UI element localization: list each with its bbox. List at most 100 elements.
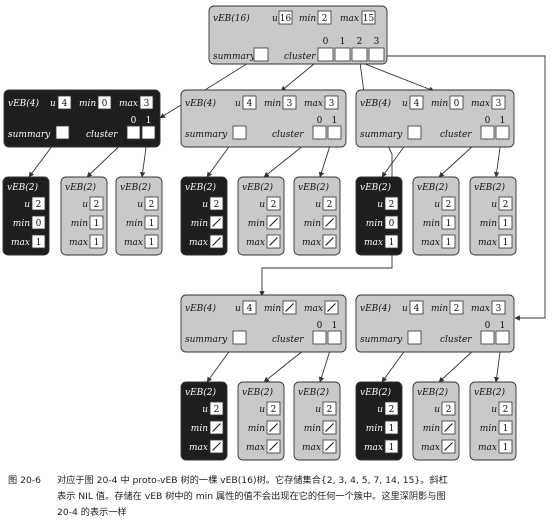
- veb4-u-field-value: 4: [62, 99, 68, 109]
- veb4-max-field-value: 3: [496, 304, 502, 314]
- veb2-max-field: 1: [31, 234, 46, 249]
- veb4-cluster-index-1: 1: [500, 116, 506, 126]
- field-label-max: max: [421, 238, 440, 248]
- field-label-u: u: [235, 99, 241, 109]
- field-label-min: min: [431, 99, 448, 109]
- veb4-max-field: 3: [491, 95, 506, 110]
- field-label-cluster: cluster: [440, 335, 472, 345]
- field-label-min: min: [248, 424, 265, 434]
- node-veb2-4: vEB(2) u 2 min max: [237, 176, 285, 256]
- field-label-min: min: [366, 219, 383, 229]
- veb4-min-field: 3: [282, 95, 297, 110]
- veb2-u-field-value: 2: [94, 200, 100, 210]
- node-veb2-title: vEB(2): [417, 182, 449, 193]
- figure-caption: 图 20-6 对应于图 20-4 中 proto-vEB 树的一棵 vEB(16…: [8, 474, 448, 518]
- field-label-u: u: [202, 405, 208, 415]
- field-label-min: min: [191, 219, 208, 229]
- field-label-min: min: [191, 424, 208, 434]
- node-veb2-5: vEB(2) u 2 min max: [293, 176, 341, 256]
- veb4-cluster-index-0: 0: [485, 116, 491, 126]
- caption-line-2: 表示 NIL 值。存储在 vEB 树中的 min 属性的值不会出现在它的任何一个…: [57, 490, 446, 502]
- root-cluster-index-0: 0: [323, 37, 329, 47]
- root-u-field-value: 16: [280, 14, 292, 24]
- field-label-min: min: [264, 304, 281, 314]
- veb2-max-field-value: 1: [389, 238, 395, 248]
- veb2-min-field-value: 1: [446, 219, 452, 229]
- veb2-min-field-value: 0: [389, 219, 395, 229]
- veb2-u-field-value: 2: [149, 200, 155, 210]
- veb2-max-field: 1: [498, 234, 513, 249]
- node-veb4-title: vEB(4): [185, 303, 217, 314]
- field-label-max: max: [471, 99, 490, 109]
- veb4-cluster-pointer-0: [480, 330, 495, 345]
- veb4-summary-pointer: [232, 330, 247, 345]
- veb2-max-field-value: 1: [389, 443, 395, 453]
- veb2-max-field-value: 1: [94, 238, 100, 248]
- veb2-max-field: 1: [144, 234, 159, 249]
- node-veb2-title: vEB(2): [298, 387, 330, 398]
- field-label-max: max: [11, 238, 30, 248]
- veb4-summary-pointer-box: [232, 330, 247, 345]
- veb2-min-field-value: 1: [149, 219, 155, 229]
- veb2-min-field: [209, 420, 224, 435]
- veb2-u-field: 2: [498, 401, 513, 416]
- field-label-u: u: [259, 405, 265, 415]
- veb4-min-field: [282, 300, 297, 315]
- field-label-min: min: [79, 99, 96, 109]
- veb4-cluster-pointer-1-box: [495, 125, 510, 140]
- field-label-max: max: [124, 238, 143, 248]
- field-label-u: u: [272, 14, 278, 24]
- veb2-u-field-value: 2: [389, 405, 395, 415]
- node-veb2-3: vEB(2) u 2 min max: [180, 176, 228, 256]
- veb2-max-field: [209, 439, 224, 454]
- field-label-max: max: [189, 238, 208, 248]
- field-label-u: u: [82, 200, 88, 210]
- veb2-u-field: 2: [31, 196, 46, 211]
- veb4-cluster-pointer-0-box: [480, 125, 495, 140]
- tree-nodes: vEB(16) u 16 min 2 max 15summary cluster0 1 2 3vEB…: [2, 5, 517, 461]
- veb4-min-field: 0: [97, 95, 112, 110]
- veb4-cluster-pointer-1-box: [327, 125, 342, 140]
- field-label-summary: summary: [213, 52, 256, 62]
- node-veb2-title: vEB(2): [65, 182, 97, 193]
- node-veb2-1: vEB(2) u 2 min 1 max 1: [60, 176, 108, 256]
- veb2-min-field: 1: [144, 215, 159, 230]
- field-label-u: u: [50, 99, 56, 109]
- veb2-min-field: [322, 215, 337, 230]
- field-label-max: max: [119, 99, 138, 109]
- veb4-cluster-pointer-0: [480, 125, 495, 140]
- veb2-min-field-value: 1: [94, 219, 100, 229]
- node-veb4-title: vEB(4): [360, 98, 392, 109]
- veb2-min-field-value: 1: [389, 424, 395, 434]
- veb2-min-field: 0: [31, 215, 46, 230]
- veb4-cluster-pointer-1: [495, 125, 510, 140]
- veb2-max-field-value: 1: [446, 238, 452, 248]
- field-label-min: min: [480, 219, 497, 229]
- field-label-max: max: [189, 443, 208, 453]
- veb4-cluster-pointer-1-box: [327, 330, 342, 345]
- veb4-min-field-value: 3: [287, 99, 293, 109]
- field-label-max: max: [304, 99, 323, 109]
- field-label-min: min: [304, 424, 321, 434]
- field-label-summary: summary: [185, 130, 228, 140]
- veb2-u-field: 2: [209, 196, 224, 211]
- veb4-max-field: 3: [324, 95, 339, 110]
- node-veb2-title: vEB(2): [120, 182, 152, 193]
- field-label-min: min: [423, 424, 440, 434]
- node-veb2-title: vEB(2): [185, 387, 217, 398]
- veb4-cluster-pointer-0: [312, 330, 327, 345]
- veb4-summary-pointer-box: [407, 125, 422, 140]
- node-veb2-title: vEB(2): [474, 387, 506, 398]
- field-label-u: u: [491, 405, 497, 415]
- node-veb2-6: vEB(2) u 2 min 0 max 1: [355, 176, 403, 256]
- field-label-min: min: [299, 14, 316, 24]
- field-label-cluster: cluster: [272, 130, 304, 140]
- veb4-min-field-value: 2: [454, 304, 460, 314]
- veb2-min-field-value: 1: [503, 219, 509, 229]
- veb2-max-field-value: 1: [503, 443, 509, 453]
- field-label-min: min: [13, 219, 30, 229]
- field-label-max: max: [421, 443, 440, 453]
- node-veb4-title: vEB(4): [360, 303, 392, 314]
- veb2-u-field-value: 2: [327, 405, 333, 415]
- node-veb2-10: vEB(2) u 2 min max: [237, 381, 285, 461]
